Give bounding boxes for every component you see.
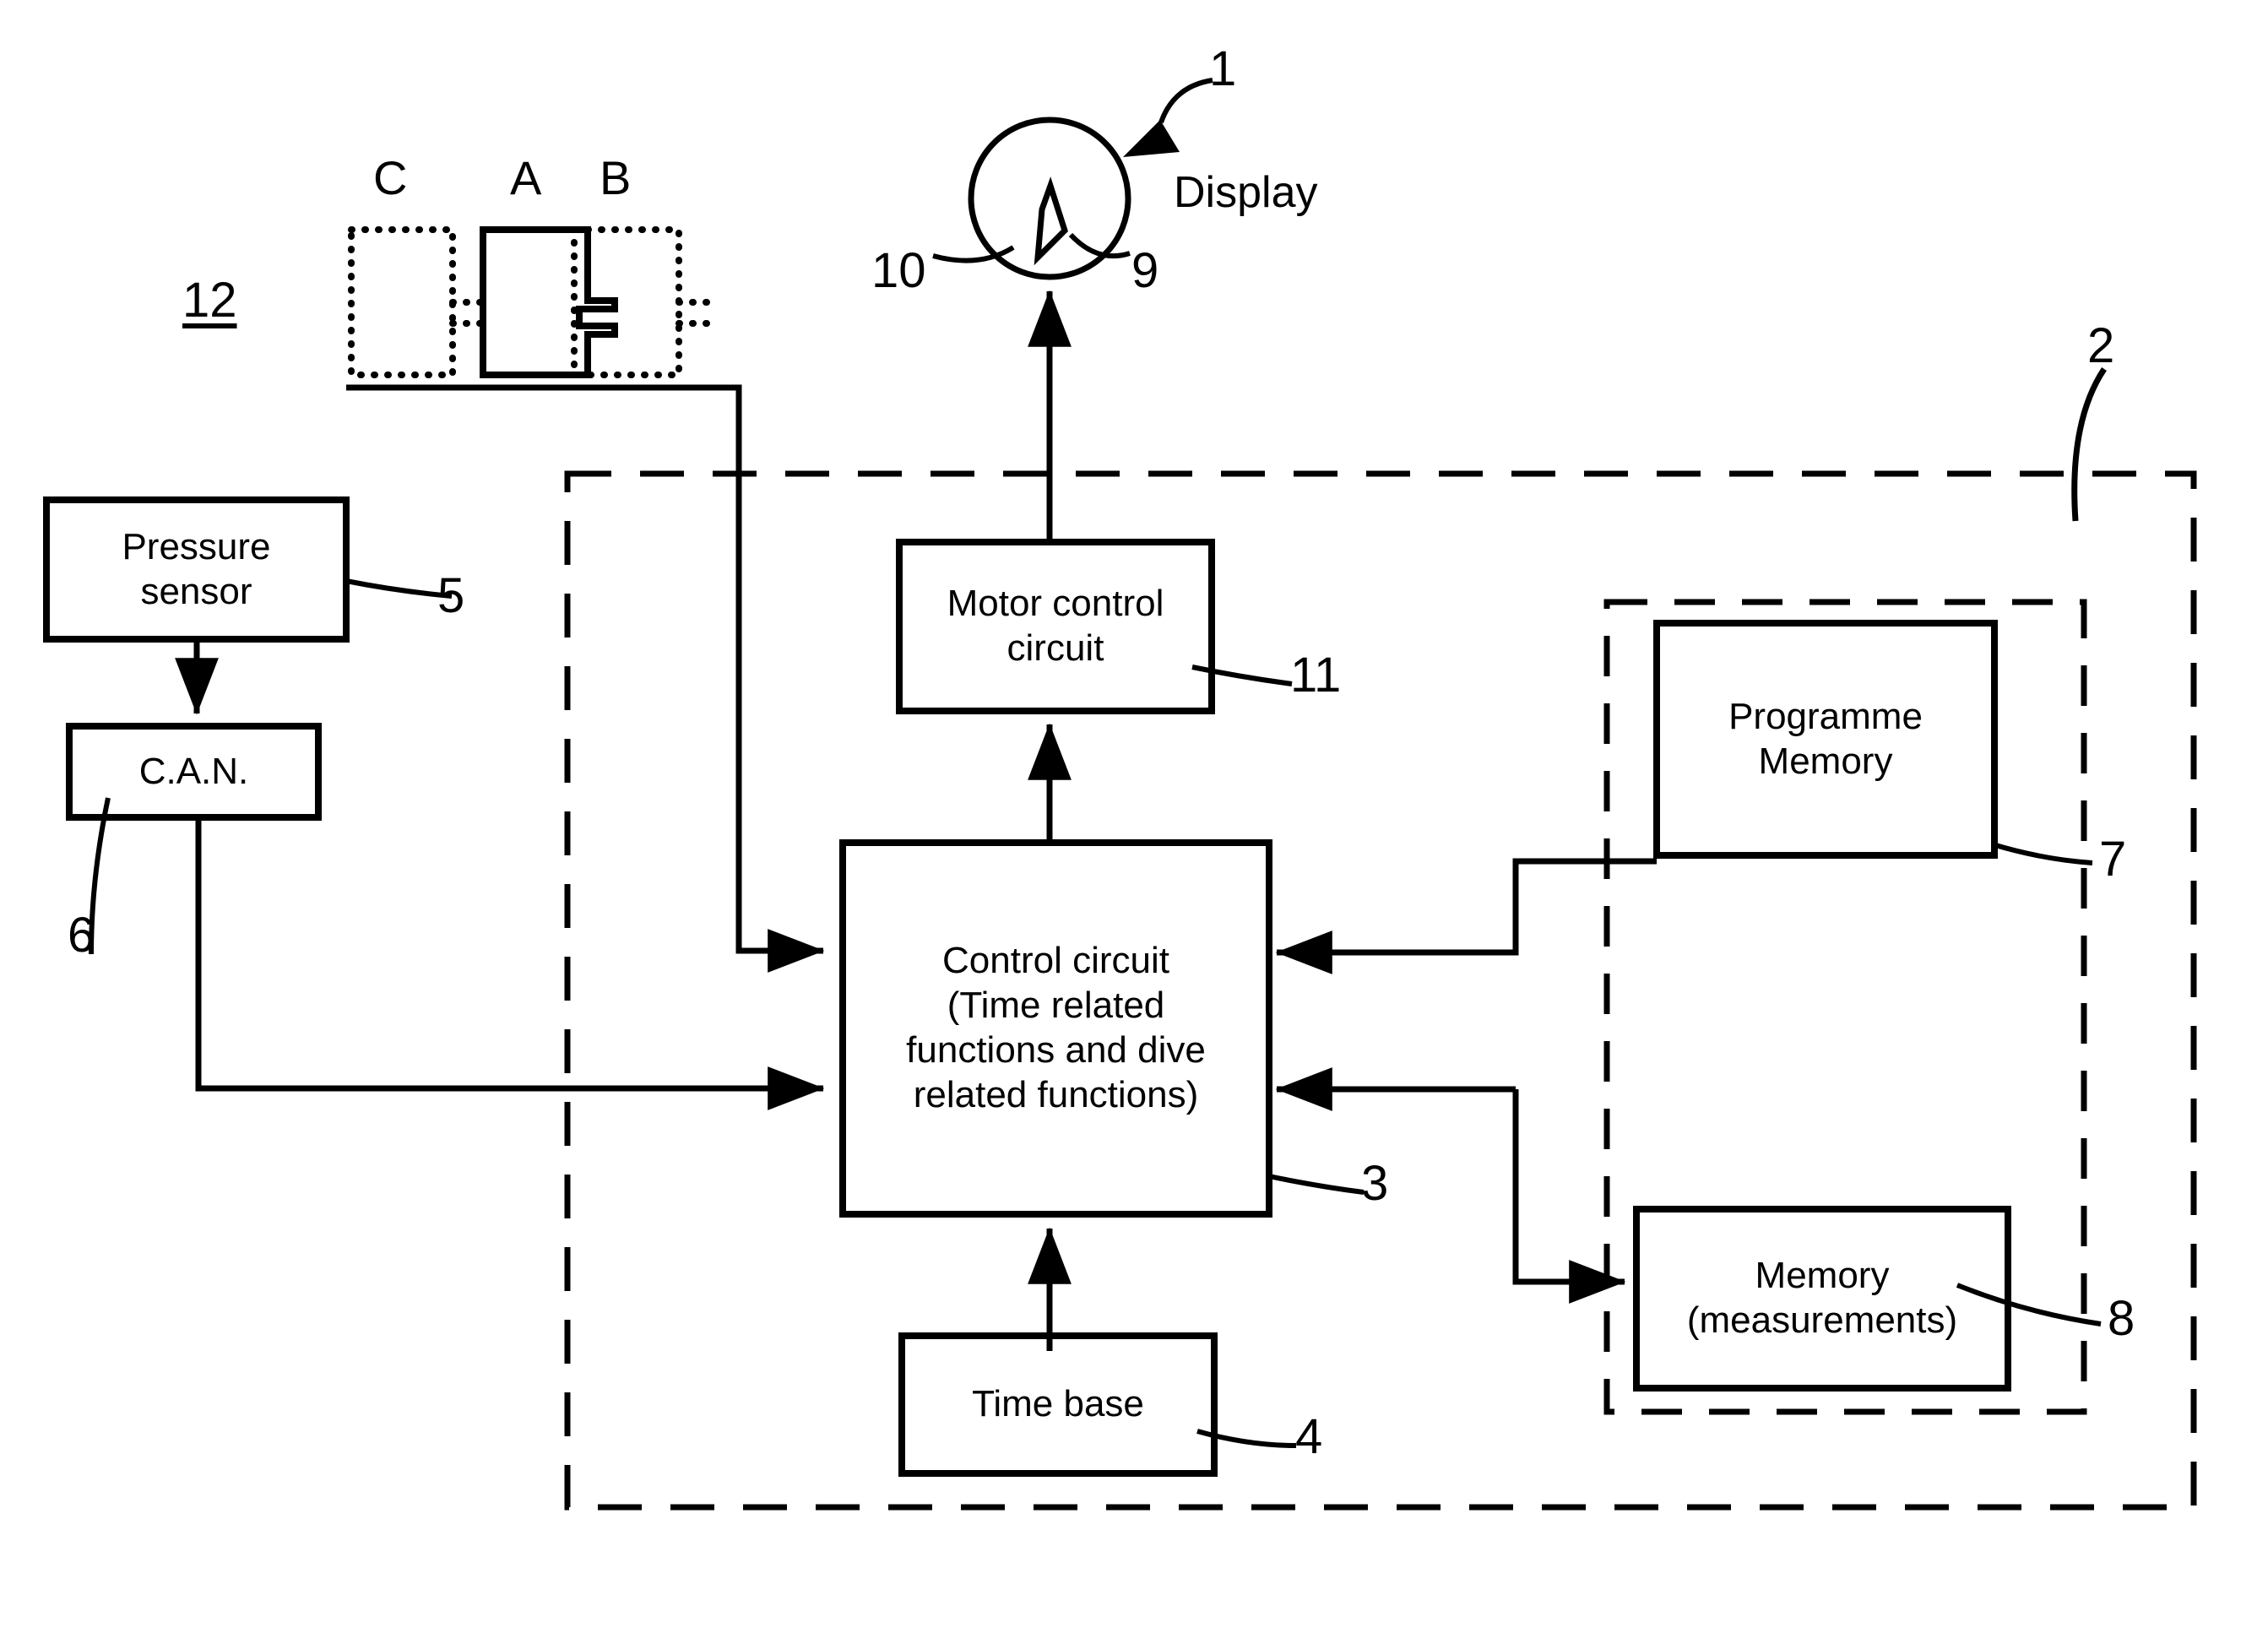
motor-control-box [896, 539, 1215, 714]
ref-12: 12 [182, 273, 237, 328]
display-label: Display [1174, 168, 1318, 217]
ref-5: 5 [437, 568, 465, 623]
memory-group-enclosure [1603, 599, 2087, 1415]
display-hand [1034, 176, 1068, 266]
button-label-b: B [600, 151, 632, 204]
outer-unit-leader [2071, 367, 2107, 522]
control-circuit-group [839, 839, 1365, 1218]
button-label-a: A [510, 151, 542, 204]
ref-8: 8 [2108, 1291, 2135, 1346]
ref-6: 6 [68, 908, 95, 963]
button-c-shape[interactable] [348, 226, 456, 378]
can-to-control-wire [195, 817, 825, 1110]
programme-memory-box [1653, 620, 1998, 859]
programme-memory-to-control-wire [1275, 858, 1657, 974]
memory-measurements-box [1633, 1206, 2011, 1392]
outer-unit-enclosure [564, 470, 2197, 1511]
ref-4: 4 [1295, 1409, 1323, 1464]
ref-2: 2 [2087, 318, 2115, 373]
pressure-sensor-box [43, 496, 350, 643]
control-circuit-box [839, 839, 1272, 1218]
time-base-group [898, 1332, 1297, 1477]
button-a-shape[interactable] [480, 226, 618, 378]
can-group [66, 723, 322, 955]
motor-control-group [896, 539, 1293, 714]
time-base-box [898, 1332, 1218, 1477]
button-panel-group [348, 226, 713, 378]
patent-figure-canvas: C A B 12 Display 1 9 10 Pressure sensor 5… [0, 0, 2268, 1633]
ref-9: 9 [1131, 243, 1159, 298]
pressure-sensor-group [43, 496, 453, 643]
memory-measurements-group [1633, 1206, 2102, 1392]
ref-1: 1 [1209, 41, 1237, 96]
ref-11: 11 [1290, 648, 1342, 703]
ref-7: 7 [2099, 832, 2127, 887]
ref-3: 3 [1361, 1156, 1389, 1211]
display-gauge-group [932, 78, 1213, 280]
ref-10: 10 [871, 243, 926, 298]
button-label-c: C [373, 151, 408, 204]
programme-memory-group [1653, 620, 2093, 865]
